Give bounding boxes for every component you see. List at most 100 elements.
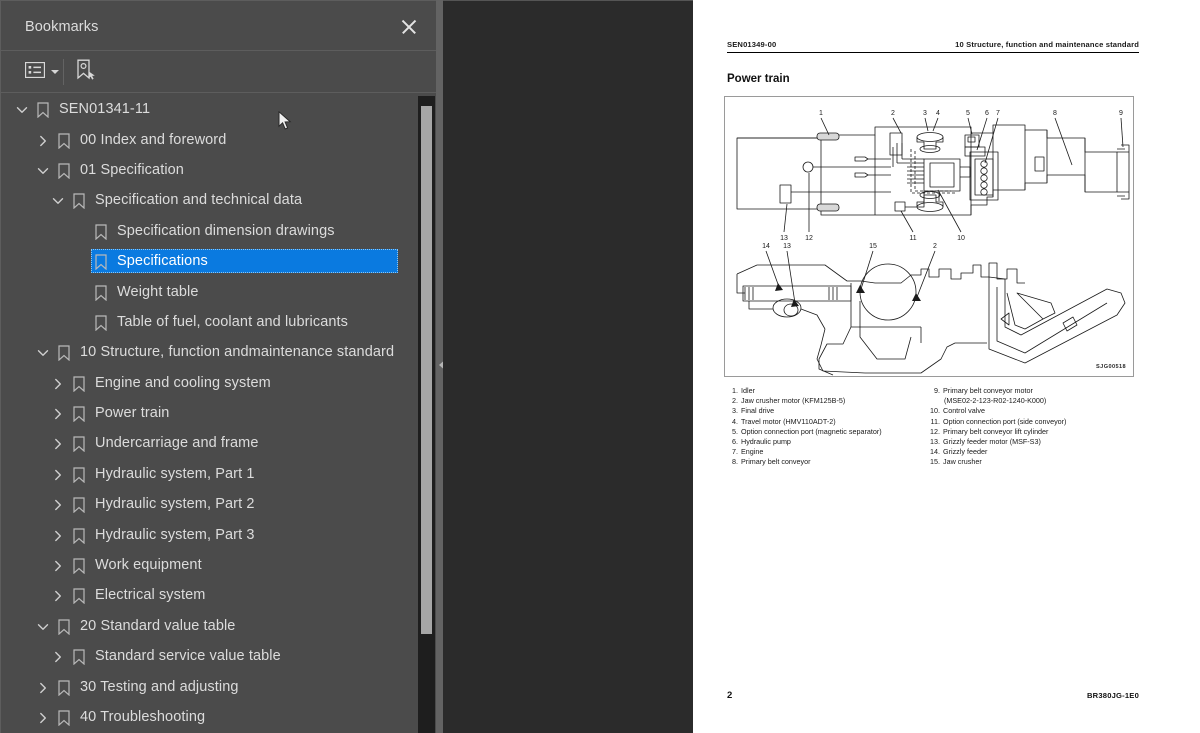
chevron-right-icon[interactable] — [47, 489, 69, 519]
tree-item-label: Weight table — [117, 283, 199, 300]
chevron-right-icon[interactable] — [32, 672, 54, 702]
svg-text:10: 10 — [957, 235, 965, 242]
legend-entry-text: Option connection port (side conveyor) — [943, 416, 1067, 426]
tree-item-content[interactable]: 20 Standard value table — [54, 614, 235, 638]
tree-item-content[interactable]: Standard service value table — [69, 644, 281, 668]
tree-item[interactable]: 10 Structure, function andmaintenance st… — [1, 337, 441, 367]
page-header-section: 10 Structure, function and maintenance s… — [955, 40, 1139, 49]
tree-item-label: Undercarriage and frame — [95, 435, 259, 452]
bookmark-icon — [69, 398, 89, 428]
legend-entry: 5. Option connection port (magnetic separ… — [727, 427, 927, 437]
svg-text:14: 14 — [762, 243, 770, 250]
legend-entry-text: Hydraulic pump — [741, 437, 791, 447]
tree-item[interactable]: Hydraulic system, Part 1 — [1, 459, 441, 489]
chevron-down-icon[interactable] — [11, 94, 33, 124]
tree-item-content[interactable]: SEN01341-11 — [33, 97, 150, 121]
bookmark-icon — [91, 277, 111, 307]
tree-item[interactable]: Weight table — [1, 276, 441, 306]
legend-entry: 6. Hydraulic pump — [727, 437, 927, 447]
tree-item-label: Engine and cooling system — [95, 374, 271, 391]
tree-item-content[interactable]: Hydraulic system, Part 2 — [69, 492, 255, 516]
tree-item[interactable]: 01 Specification — [1, 155, 441, 185]
tree-item[interactable]: 30 Testing and adjusting — [1, 671, 441, 701]
tree-item-content[interactable]: 30 Testing and adjusting — [54, 675, 239, 699]
tree-item-label: Hydraulic system, Part 1 — [95, 465, 255, 482]
chevron-right-icon[interactable] — [47, 520, 69, 550]
tree-item-content[interactable]: Engine and cooling system — [69, 371, 271, 395]
tree-item-content[interactable]: Hydraulic system, Part 3 — [69, 523, 255, 547]
tree-item-content[interactable]: Table of fuel, coolant and lubricants — [91, 310, 348, 334]
legend-column-left: 1. Idler 2. Jaw crusher motor (KFM125B-5) 3.… — [727, 386, 927, 468]
legend-entry-number: 11. — [930, 416, 940, 426]
chevron-down-icon[interactable] — [47, 185, 69, 215]
tree-item-content[interactable]: Specification dimension drawings — [91, 219, 335, 243]
tree-item-label: 01 Specification — [80, 161, 184, 178]
list-options-button[interactable] — [24, 60, 59, 84]
legend-entry-text: Travel motor (HMV110ADT-2) — [741, 416, 836, 426]
page-header-doc-code: SEN01349-00 — [727, 40, 777, 49]
chevron-right-icon[interactable] — [32, 702, 54, 732]
bookmark-icon — [54, 672, 74, 702]
tree-item[interactable]: Undercarriage and frame — [1, 428, 441, 458]
tree-item[interactable]: 40 Troubleshooting — [1, 702, 441, 732]
tree-item-content[interactable]: 01 Specification — [54, 158, 184, 182]
bookmarks-toolbar — [1, 51, 440, 130]
tree-item[interactable]: Specification and technical data — [1, 185, 441, 215]
chevron-right-icon[interactable] — [47, 580, 69, 610]
tree-item[interactable]: Standard service value table — [1, 641, 441, 671]
bookmark-icon — [69, 550, 89, 580]
tree-item-content[interactable]: Hydraulic system, Part 1 — [69, 462, 255, 486]
tree-item[interactable]: Specifications — [1, 246, 441, 276]
bookmark-icon — [91, 216, 111, 246]
chevron-right-icon[interactable] — [47, 641, 69, 671]
new-bookmark-button[interactable] — [75, 59, 97, 86]
tree-item[interactable]: Hydraulic system, Part 2 — [1, 489, 441, 519]
chevron-right-icon[interactable] — [47, 428, 69, 458]
tree-item-content[interactable]: Specification and technical data — [69, 188, 302, 212]
tree-item-content[interactable]: 40 Troubleshooting — [54, 705, 205, 729]
sidebar-scrollbar-thumb[interactable] — [421, 106, 432, 634]
tree-item[interactable]: Engine and cooling system — [1, 368, 441, 398]
chevron-down-icon[interactable] — [32, 611, 54, 641]
tree-item-label: Specification dimension drawings — [117, 222, 335, 239]
tree-item-content[interactable]: 10 Structure, function andmaintenance st… — [54, 340, 394, 364]
tree-item-content[interactable]: Power train — [69, 401, 169, 425]
tree-item[interactable]: 20 Standard value table — [1, 611, 441, 641]
tree-item[interactable]: Electrical system — [1, 580, 441, 610]
bookmarks-tree[interactable]: SEN01341-11 00 Index and foreword 01 Speci… — [1, 94, 441, 733]
pdf-page: SEN01349-00 10 Structure, function and m… — [693, 0, 1200, 733]
tree-item-content[interactable]: Specifications — [91, 249, 398, 274]
tree-item-content[interactable]: Undercarriage and frame — [69, 431, 259, 455]
svg-text:12: 12 — [805, 235, 813, 242]
chevron-right-icon[interactable] — [47, 459, 69, 489]
chevron-down-icon[interactable] — [32, 155, 54, 185]
tree-item[interactable]: Table of fuel, coolant and lubricants — [1, 307, 441, 337]
chevron-right-icon[interactable] — [47, 368, 69, 398]
legend-entry: 13. Grizzly feeder motor (MSF-S3) — [927, 437, 1139, 447]
chevron-right-icon[interactable] — [47, 398, 69, 428]
tree-item[interactable]: Work equipment — [1, 550, 441, 580]
bookmark-icon — [69, 185, 89, 215]
tree-item-content[interactable]: 00 Index and foreword — [54, 128, 226, 152]
tree-item[interactable]: Specification dimension drawings — [1, 216, 441, 246]
tree-item-label: Specification and technical data — [95, 192, 303, 209]
chevron-right-icon[interactable] — [47, 550, 69, 580]
chevron-down-icon[interactable] — [32, 337, 54, 367]
new-bookmark-icon — [75, 59, 97, 86]
tree-item[interactable]: SEN01341-11 — [1, 94, 441, 124]
tree-item-content[interactable]: Weight table — [91, 280, 199, 304]
tree-item[interactable]: Hydraulic system, Part 3 — [1, 519, 441, 549]
svg-text:15: 15 — [869, 243, 877, 250]
chevron-right-icon[interactable] — [32, 125, 54, 155]
legend-entry-number: 8. — [732, 457, 738, 467]
tree-item-content[interactable]: Electrical system — [69, 583, 205, 607]
legend-entry-number: 9. — [934, 386, 940, 395]
tree-item-label: 10 Structure, function andmaintenance st… — [80, 344, 395, 361]
close-icon[interactable] — [400, 18, 418, 36]
legend-entry-text: Primary belt conveyor motor — [943, 386, 1033, 395]
legend-entry-number: 5. — [732, 426, 738, 436]
tree-item-content[interactable]: Work equipment — [69, 553, 202, 577]
legend-entry-text: Option connection port (magnetic separat… — [741, 426, 882, 436]
tree-item[interactable]: Power train — [1, 398, 441, 428]
tree-item[interactable]: 00 Index and foreword — [1, 124, 441, 154]
